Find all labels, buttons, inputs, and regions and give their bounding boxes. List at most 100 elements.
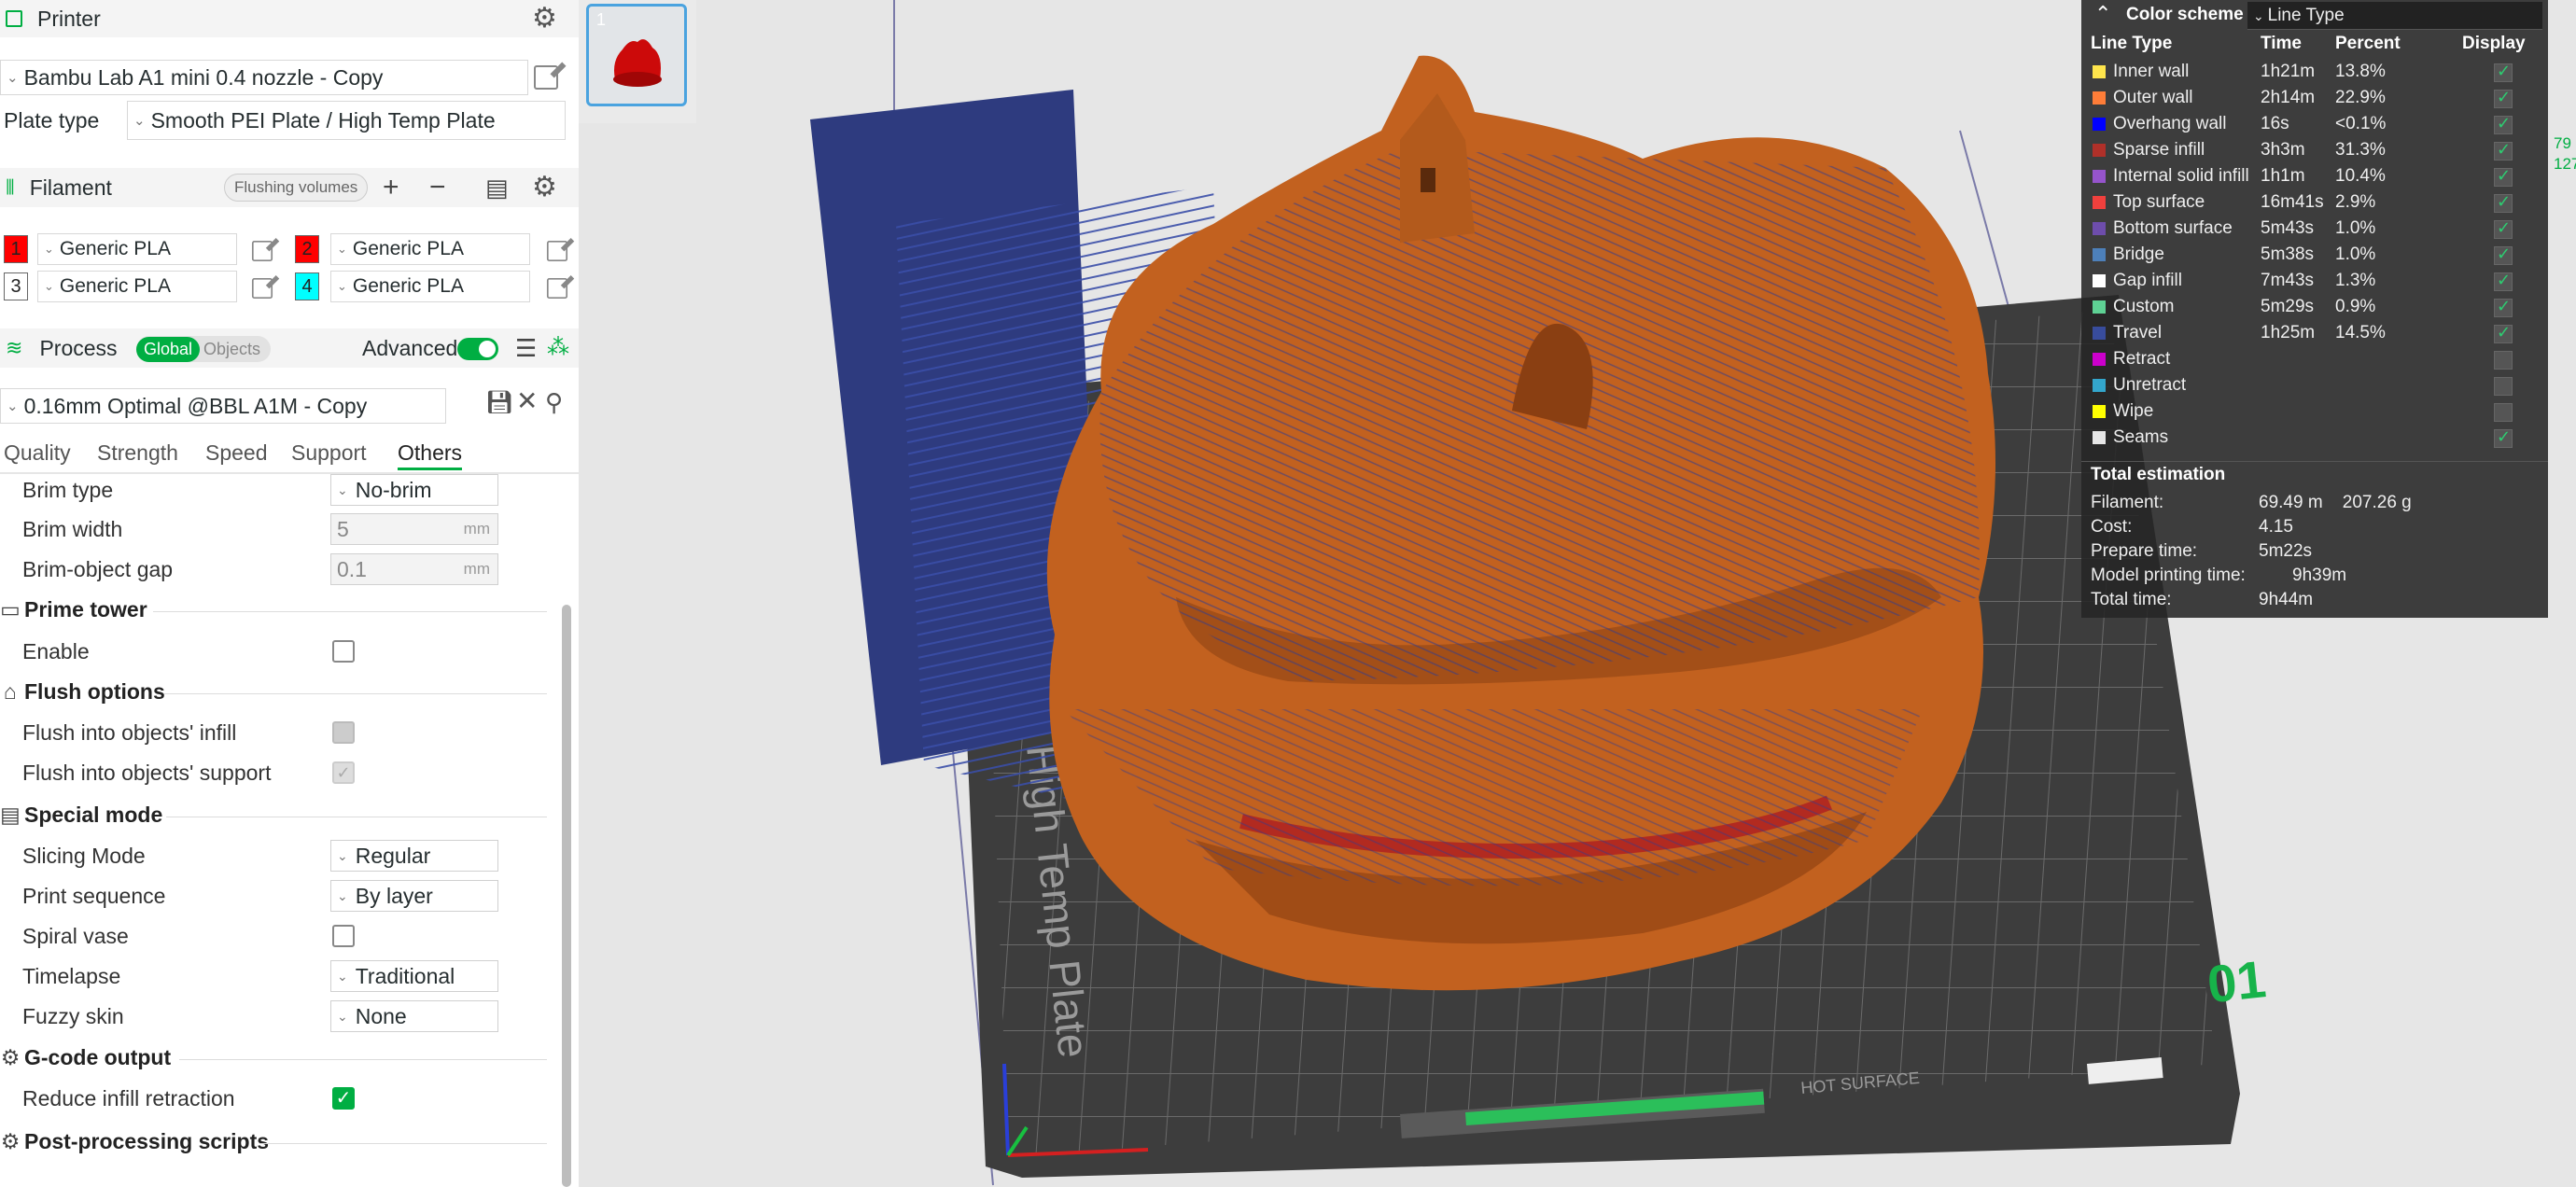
- legend-display-checkbox[interactable]: [2494, 271, 2513, 291]
- legend-display-checkbox[interactable]: [2494, 166, 2513, 187]
- gear-icon[interactable]: ⚙: [532, 174, 557, 202]
- process-preset-name: 0.16mm Optimal @BBL A1M - Copy: [23, 393, 368, 418]
- flushing-volumes-button[interactable]: Flushing volumes: [224, 174, 369, 202]
- model-castle-window: [1421, 168, 1435, 192]
- fuzzy-skin-select[interactable]: ⌄ None: [330, 1000, 498, 1032]
- total-label: Total time:: [2091, 590, 2172, 609]
- print-sequence-select[interactable]: ⌄ By layer: [330, 880, 498, 912]
- timelapse-value: Traditional: [355, 963, 455, 988]
- flush-support-checkbox[interactable]: ✓: [332, 761, 355, 784]
- total-value: 9h44m: [2259, 590, 2314, 609]
- legend-display-checkbox[interactable]: [2494, 192, 2513, 213]
- layer-top-number: 79: [2554, 134, 2571, 152]
- legend-row-time: 7m43s: [2261, 271, 2315, 290]
- compare-icon[interactable]: ⁂: [547, 337, 569, 359]
- total-value: 69.49 m 207.26 g: [2259, 493, 2412, 512]
- search-icon[interactable]: ⚲: [545, 390, 563, 414]
- legend-display-checkbox[interactable]: [2494, 218, 2513, 239]
- sidebar-scrollbar[interactable]: [562, 605, 571, 1187]
- legend-divider: [2081, 461, 2548, 462]
- legend-display-checkbox[interactable]: [2494, 140, 2513, 161]
- legend-display-checkbox[interactable]: [2494, 62, 2513, 82]
- special-mode-section: ▤ Special mode: [0, 803, 162, 828]
- timelapse-select[interactable]: ⌄ Traditional: [330, 960, 498, 992]
- legend-display-checkbox[interactable]: [2494, 297, 2513, 317]
- collapse-legend-icon[interactable]: ⌃: [2094, 2, 2111, 26]
- tab-others[interactable]: Others: [398, 440, 463, 470]
- legend-row-percent: 13.8%: [2335, 62, 2386, 81]
- legend-display-checkbox[interactable]: [2494, 403, 2513, 422]
- filament-slot-1-select[interactable]: ⌄ Generic PLA: [37, 233, 237, 265]
- tab-speed[interactable]: Speed: [205, 440, 268, 466]
- legend-swatch: [2093, 65, 2106, 78]
- spiral-vase-checkbox[interactable]: [332, 925, 355, 947]
- global-toggle-option[interactable]: Global: [136, 336, 201, 362]
- legend-row-time: 5m38s: [2261, 244, 2315, 264]
- slicing-mode-select[interactable]: ⌄ Regular: [330, 840, 498, 872]
- legend-row-percent: 10.4%: [2335, 166, 2386, 186]
- edit-filament-1-icon[interactable]: [251, 240, 273, 262]
- process-preset-select[interactable]: ⌄ 0.16mm Optimal @BBL A1M - Copy: [0, 388, 446, 424]
- flush-infill-checkbox[interactable]: [332, 721, 355, 744]
- chevron-down-icon: ⌄: [337, 847, 348, 863]
- filament-slot-1-color[interactable]: 1: [4, 235, 28, 263]
- plate-type-select[interactable]: ⌄ Smooth PEI Plate / High Temp Plate: [127, 101, 566, 140]
- edit-filament-3-icon[interactable]: [251, 277, 273, 300]
- legend-display-checkbox[interactable]: [2494, 88, 2513, 108]
- legend-display-checkbox[interactable]: [2494, 377, 2513, 396]
- legend-display-checkbox[interactable]: [2494, 244, 2513, 265]
- printer-select[interactable]: ⌄ Bambu Lab A1 mini 0.4 nozzle - Copy: [0, 60, 528, 95]
- gcode-gear-icon: ⚙: [0, 1045, 21, 1069]
- tab-strength[interactable]: Strength: [97, 440, 178, 466]
- objects-toggle-option[interactable]: Objects: [200, 340, 260, 359]
- list-view-icon[interactable]: ☰: [515, 336, 537, 360]
- legend-row-name: Retract: [2113, 349, 2171, 369]
- chevron-down-icon: ⌄: [337, 482, 348, 497]
- filament-slot-4-select[interactable]: ⌄ Generic PLA: [330, 271, 530, 302]
- legend-display-checkbox[interactable]: [2494, 427, 2513, 448]
- advanced-label: Advanced: [362, 335, 458, 360]
- legend-row-percent: 22.9%: [2335, 88, 2386, 107]
- filament-slot-3-select[interactable]: ⌄ Generic PLA: [37, 271, 237, 302]
- filament-slot-2-select[interactable]: ⌄ Generic PLA: [330, 233, 530, 265]
- brim-type-select[interactable]: ⌄ No-brim: [330, 474, 498, 506]
- flush-support-label: Flush into objects' support: [22, 761, 272, 785]
- global-objects-toggle[interactable]: Global Objects: [136, 336, 271, 362]
- legend-row-time: 16s: [2261, 114, 2289, 133]
- filament-slot-1-name: Generic PLA: [59, 238, 171, 259]
- filament-slot-2-color[interactable]: 2: [295, 235, 319, 263]
- legend-swatch: [2093, 274, 2106, 287]
- brim-gap-input[interactable]: 0.1 mm: [330, 553, 498, 585]
- remove-filament-icon[interactable]: −: [429, 174, 446, 202]
- legend-row-percent: 1.0%: [2335, 218, 2376, 238]
- save-icon[interactable]: 💾︎: [485, 392, 513, 414]
- edit-printer-icon[interactable]: [534, 65, 558, 90]
- filament-slot-3-color[interactable]: 3: [4, 272, 28, 300]
- legend-display-checkbox[interactable]: [2494, 114, 2513, 134]
- legend-display-checkbox[interactable]: [2494, 351, 2513, 370]
- process-layers-icon: ≋: [6, 336, 23, 359]
- flush-options-title: Flush options: [24, 679, 165, 704]
- close-icon[interactable]: ✕: [516, 388, 538, 414]
- reduce-retraction-checkbox[interactable]: ✓: [332, 1087, 355, 1110]
- prime-tower-enable-checkbox[interactable]: [332, 640, 355, 663]
- filament-sync-icon[interactable]: ▤: [485, 175, 509, 200]
- chevron-down-icon: ⌄: [7, 70, 19, 86]
- gear-icon[interactable]: ⚙: [532, 5, 557, 33]
- prime-tower-section: ▭ Prime tower: [0, 597, 147, 622]
- add-filament-icon[interactable]: +: [383, 174, 399, 202]
- filament-slot-4-color[interactable]: 4: [295, 272, 319, 300]
- tab-quality[interactable]: Quality: [4, 440, 71, 466]
- edit-filament-4-icon[interactable]: [546, 277, 568, 300]
- brim-gap-label: Brim-object gap: [22, 557, 174, 581]
- edit-filament-2-icon[interactable]: [546, 240, 568, 262]
- chevron-down-icon: ⌄: [133, 113, 146, 129]
- advanced-switch[interactable]: [457, 338, 498, 360]
- tab-support[interactable]: Support: [291, 440, 367, 466]
- legend-scheme-select[interactable]: ⌄ Line Type: [2247, 2, 2542, 30]
- spiral-vase-label: Spiral vase: [22, 924, 129, 948]
- legend-row-time: 3h3m: [2261, 140, 2305, 160]
- legend-display-checkbox[interactable]: [2494, 323, 2513, 343]
- brim-width-input[interactable]: 5 mm: [330, 513, 498, 545]
- legend-row-percent: 14.5%: [2335, 323, 2386, 342]
